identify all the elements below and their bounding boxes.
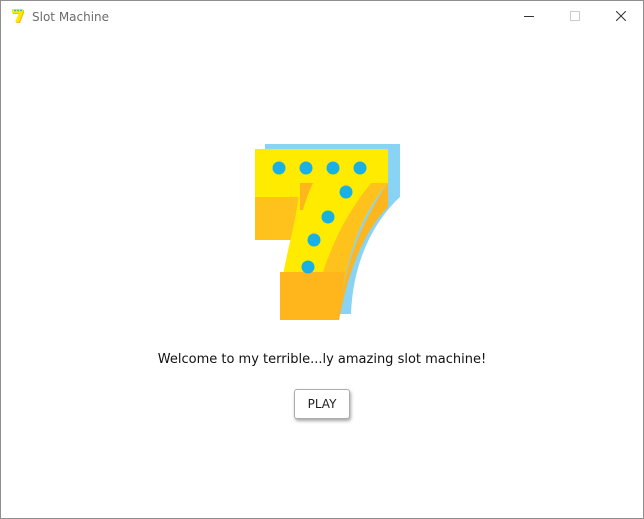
maximize-icon xyxy=(570,11,580,21)
maximize-button[interactable] xyxy=(552,1,598,32)
play-button[interactable]: PLAY xyxy=(294,389,350,419)
lucky-seven-app-icon xyxy=(10,8,26,24)
close-button[interactable] xyxy=(598,1,643,32)
minimize-button[interactable] xyxy=(506,1,552,32)
welcome-message: Welcome to my terrible...ly amazing slot… xyxy=(157,352,487,367)
title-bar[interactable]: Slot Machine xyxy=(1,1,643,32)
app-window: Slot Machine Welcome to my terrible...ly… xyxy=(0,0,644,519)
close-icon xyxy=(616,11,626,21)
minimize-icon xyxy=(524,16,534,17)
lucky-seven-icon xyxy=(253,142,403,322)
window-title: Slot Machine xyxy=(32,10,110,24)
